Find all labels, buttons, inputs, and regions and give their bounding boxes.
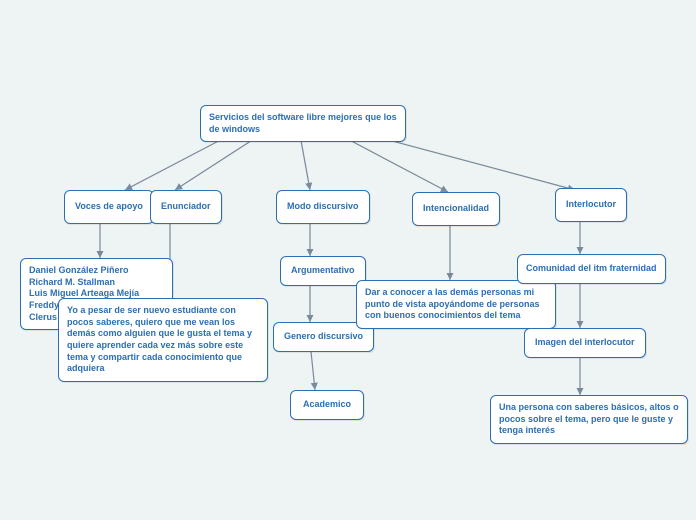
label: Voces de apoyo [75, 201, 143, 211]
node-persona[interactable]: Una persona con saberes básicos, altos o… [490, 395, 688, 444]
l: Richard M. Stallman [29, 277, 164, 289]
label: Intencionalidad [423, 203, 489, 213]
node-intencionalidad[interactable]: Intencionalidad [412, 192, 500, 226]
label: Interlocutor [566, 199, 616, 209]
label: Argumentativo [291, 265, 355, 275]
label: Servicios del software libre mejores que… [209, 112, 397, 134]
node-yo[interactable]: Yo a pesar de ser nuevo estudiante con p… [58, 298, 268, 382]
node-enunciador[interactable]: Enunciador [150, 190, 222, 224]
label: Imagen del interlocutor [535, 337, 635, 347]
node-academico[interactable]: Academico [290, 390, 364, 420]
node-comunidad[interactable]: Comunidad del itm fraternidad [517, 254, 666, 284]
node-interlocutor[interactable]: Interlocutor [555, 188, 627, 222]
label: Genero discursivo [284, 331, 363, 341]
label: Academico [303, 399, 351, 409]
node-int-text[interactable]: Dar a conocer a las demás personas mi pu… [356, 280, 556, 329]
node-root[interactable]: Servicios del software libre mejores que… [200, 105, 406, 142]
label: Modo discursivo [287, 201, 359, 211]
node-voces[interactable]: Voces de apoyo [64, 190, 154, 224]
l: Daniel González Piñero [29, 265, 164, 277]
node-argumentativo[interactable]: Argumentativo [280, 256, 366, 286]
node-modo[interactable]: Modo discursivo [276, 190, 370, 224]
label: Dar a conocer a las demás personas mi pu… [365, 287, 540, 320]
label: Una persona con saberes básicos, altos o… [499, 402, 679, 435]
label: Enunciador [161, 201, 211, 211]
label: Comunidad del itm fraternidad [526, 263, 657, 273]
label: Yo a pesar de ser nuevo estudiante con p… [67, 305, 252, 373]
node-imagen[interactable]: Imagen del interlocutor [524, 328, 646, 358]
